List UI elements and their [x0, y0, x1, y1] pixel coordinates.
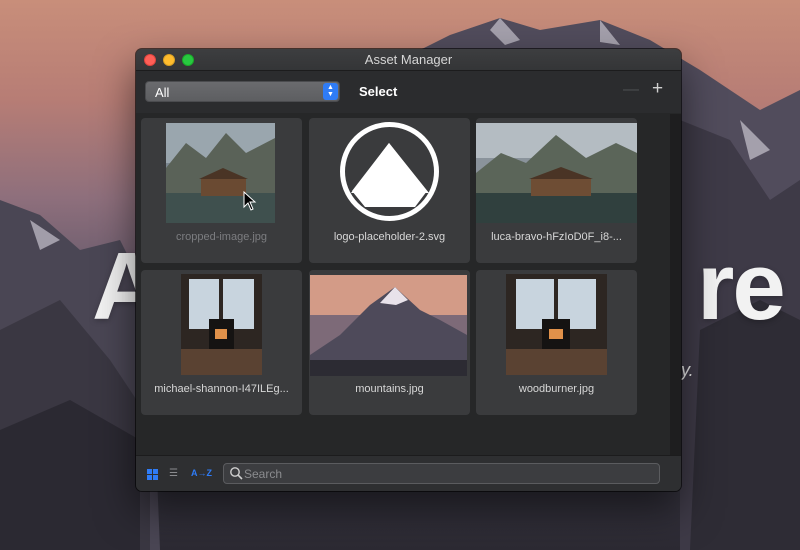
asset-name: luca-bravo-hFzIoD0F_i8-...: [491, 231, 622, 243]
asset-name: michael-shannon-I47ILEg...: [154, 383, 289, 395]
asset-thumbnail: [476, 123, 637, 223]
filter-dropdown[interactable]: All ▲ ▼: [145, 81, 340, 102]
asset-name: woodburner.jpg: [518, 383, 595, 395]
zoom-button[interactable]: [182, 54, 194, 66]
asset-tile[interactable]: woodburner.jpg: [476, 270, 637, 415]
asset-name: cropped-image.jpg: [175, 231, 268, 243]
asset-manager-window: Asset Manager All ▲ ▼ Select — + cropped…: [136, 49, 681, 491]
chevron-updown-icon: ▲ ▼: [323, 83, 338, 100]
background-word-right: re: [697, 233, 786, 340]
sort-az-button[interactable]: A→Z: [191, 468, 212, 478]
asset-thumbnail: [339, 121, 440, 222]
search-input[interactable]: [244, 465, 644, 482]
remove-button[interactable]: —: [623, 81, 639, 99]
asset-name: mountains.jpg: [355, 383, 424, 395]
window-title: Asset Manager: [364, 52, 453, 67]
mouse-cursor-icon: [243, 191, 257, 211]
asset-thumbnail: [181, 274, 262, 375]
search-field[interactable]: [223, 463, 660, 484]
close-button[interactable]: [144, 54, 156, 66]
asset-thumbnail: [166, 123, 275, 223]
asset-thumbnail: [310, 275, 467, 376]
toolbar: All ▲ ▼ Select — +: [136, 71, 681, 113]
vertical-scrollbar[interactable]: [670, 114, 681, 455]
filter-dropdown-value: All: [155, 85, 170, 100]
asset-name: logo-placeholder-2.svg: [333, 231, 446, 243]
asset-thumbnail: [506, 274, 607, 375]
asset-tile[interactable]: mountains.jpg: [309, 270, 470, 415]
asset-tile[interactable]: luca-bravo-hFzIoD0F_i8-...: [476, 118, 637, 263]
asset-tile[interactable]: michael-shannon-I47ILEg...: [141, 270, 302, 415]
grid-view-icon[interactable]: [147, 469, 158, 480]
asset-tile[interactable]: logo-placeholder-2.svg: [309, 118, 470, 263]
list-view-icon[interactable]: ☰: [169, 468, 178, 479]
add-button[interactable]: +: [652, 78, 663, 100]
search-icon: [230, 467, 243, 480]
minimize-button[interactable]: [163, 54, 175, 66]
bottom-bar: ☰ A→Z: [136, 455, 681, 491]
background-tagline: y.: [681, 360, 694, 380]
asset-grid: cropped-image.jpg logo-placeholder-2.svg: [136, 114, 681, 455]
select-button[interactable]: Select: [359, 84, 397, 99]
asset-tile[interactable]: cropped-image.jpg: [141, 118, 302, 263]
title-bar[interactable]: Asset Manager: [136, 49, 681, 71]
